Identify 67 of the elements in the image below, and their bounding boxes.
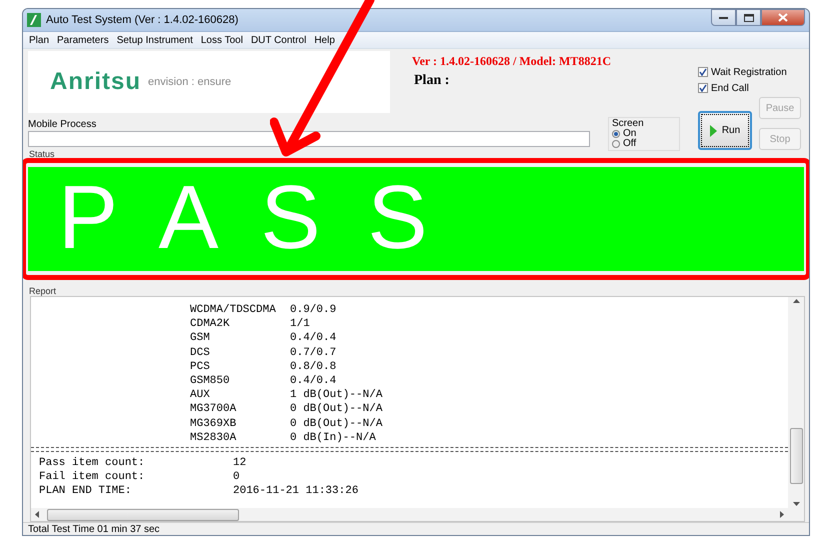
play-icon (710, 124, 717, 136)
maximize-icon (744, 14, 754, 22)
run-button[interactable]: Run (698, 111, 752, 150)
minimize-icon (719, 16, 728, 20)
status-text: Total Test Time 01 min 37 sec (28, 524, 160, 534)
report-value: 0 dB(In)--N/A (290, 430, 377, 446)
report-item: PCS (190, 360, 211, 374)
summary-label: Pass item count: (39, 456, 146, 470)
radio-option[interactable]: On (612, 129, 636, 139)
group-title: Report (28, 285, 58, 296)
checkbox-label: Wait Registration (711, 66, 787, 78)
maximize-button[interactable] (736, 9, 761, 26)
menu-item[interactable]: Plan (25, 34, 54, 46)
report-value: 1/1 (290, 317, 311, 332)
version-text: Ver : 1.4.02-160628 / Model: MT8821C (412, 54, 611, 69)
report-value: 0 dB(Out)--N/A (290, 416, 384, 431)
scroll-right-icon[interactable] (780, 511, 784, 518)
report-value: 0.7/0.7 (290, 346, 338, 360)
summary-label: Fail item count: (39, 470, 146, 484)
menu-item[interactable]: Parameters (53, 34, 113, 46)
close-icon (778, 13, 788, 22)
window-title: Auto Test System (Ver : 1.4.02-160628) (46, 14, 238, 26)
input-field[interactable] (28, 131, 590, 147)
checkbox-label: End Call (711, 82, 749, 94)
menu-item[interactable]: Loss Tool (196, 34, 247, 46)
horizontal-scrollbar[interactable] (31, 508, 788, 521)
report-item: GSM850 (190, 374, 231, 388)
scroll-thumb[interactable] (790, 428, 802, 484)
report-item: AUX (190, 388, 211, 402)
menu-item[interactable]: Help (310, 34, 339, 46)
tagline: envision : ensure (148, 76, 232, 88)
report-item: CDMA2K (190, 317, 231, 332)
report-value: 0.4/0.4 (290, 374, 338, 388)
report-value: 0.8/0.8 (290, 360, 338, 374)
app-icon (27, 13, 41, 27)
vertical-scrollbar[interactable] (788, 297, 804, 508)
menu-item[interactable]: DUT Control (246, 34, 310, 46)
report-item: GSM (190, 331, 211, 346)
field-label: Mobile Process (28, 119, 98, 130)
radio-option[interactable]: Off (612, 139, 636, 149)
report-item: DCS (190, 346, 211, 360)
group-title: Screen (612, 118, 645, 129)
scroll-down-icon[interactable] (792, 502, 800, 506)
report-value: 1 dB(Out)--N/A (290, 388, 384, 402)
checkbox[interactable] (698, 67, 708, 77)
report-value: 0 dB(Out)--N/A (290, 402, 384, 417)
report-value: 0.9/0.9 (290, 303, 338, 318)
brand-logo: Anritsu (50, 68, 141, 96)
scroll-left-icon[interactable] (35, 511, 39, 518)
group-title: Status (28, 151, 56, 158)
result-banner: P A S S (28, 167, 804, 271)
checkbox[interactable] (698, 83, 708, 93)
scroll-thumb[interactable] (47, 508, 239, 520)
summary-value: 2016-11-21 11:33:26 (233, 484, 360, 499)
plan-label: Plan : (414, 72, 450, 89)
menu-item[interactable]: Setup Instrument (112, 34, 197, 46)
report-item: MG3700A (190, 402, 238, 417)
minimize-button[interactable] (711, 9, 736, 26)
report-item: MG369XB (190, 416, 238, 431)
report-item: WCDMA/TDSCDMA (190, 303, 277, 318)
summary-value: 12 (233, 456, 248, 470)
summary-value: 0 (233, 470, 241, 484)
report-item: MS2830A (190, 430, 238, 446)
scroll-up-icon[interactable] (792, 299, 800, 303)
close-button[interactable] (761, 9, 805, 26)
summary-label: PLAN END TIME: (39, 484, 132, 499)
report-value: 0.4/0.4 (290, 331, 338, 346)
